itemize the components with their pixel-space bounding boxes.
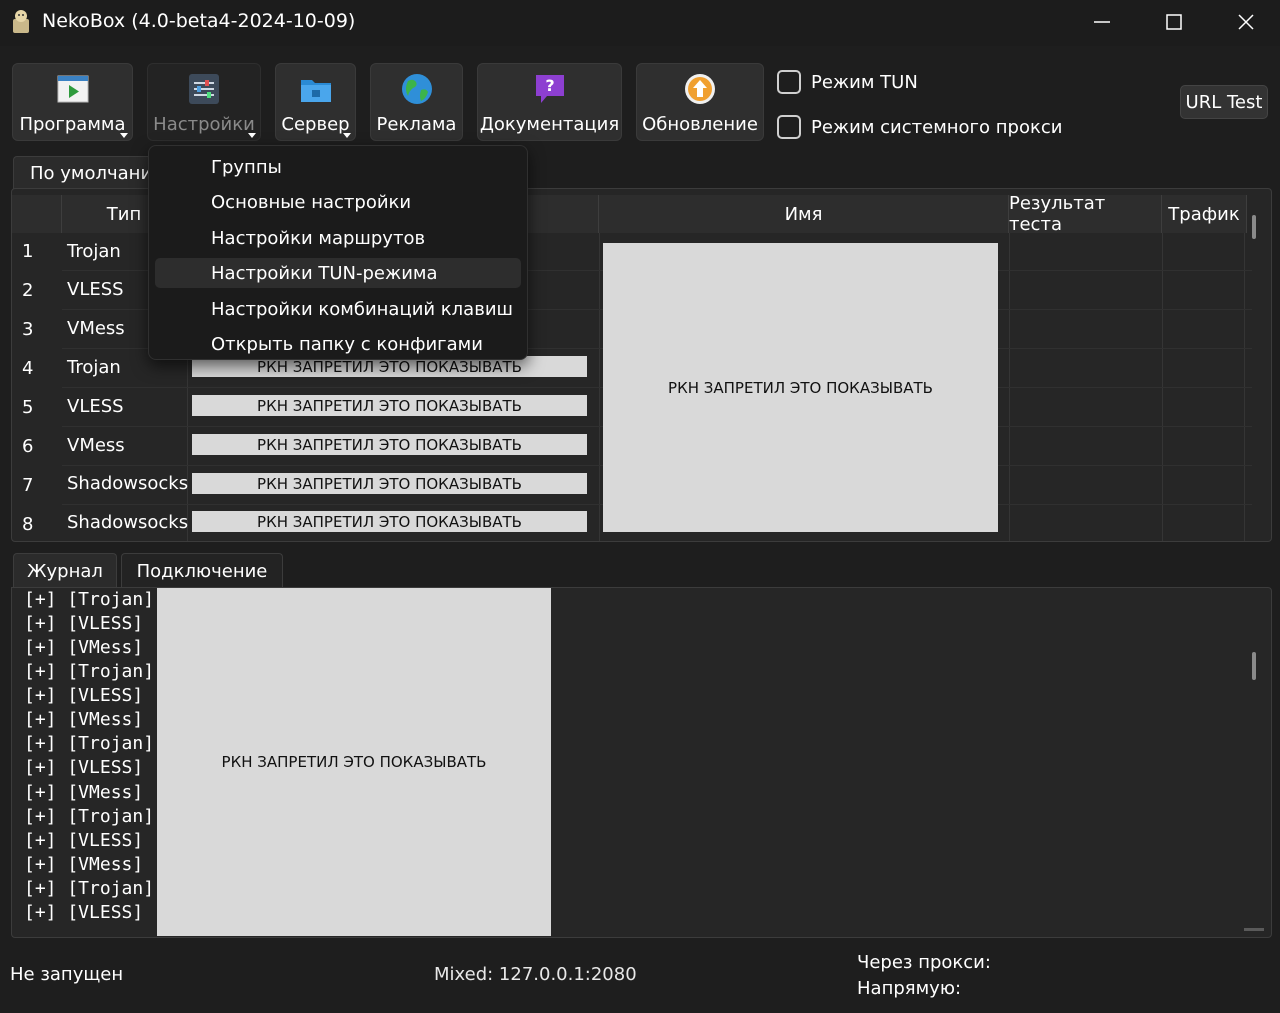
chevron-down-icon [120,133,128,138]
row-type[interactable]: Shadowsocks [67,512,188,533]
column-header-name[interactable]: Имя [599,195,1009,233]
settings-label: Настройки [153,114,255,135]
row-number: 7 [22,475,34,496]
update-arrow-icon [683,72,717,106]
title-bar: NekoBox (4.0-beta4-2024-10-09) [0,0,1280,46]
row-number: 8 [22,514,34,535]
chevron-down-icon [343,133,351,138]
update-button[interactable]: Обновление [636,63,764,141]
server-button[interactable]: Сервер [275,63,356,141]
column-header-traffic[interactable]: Трафик [1162,195,1247,233]
minimize-icon [1094,21,1110,23]
status-direct: Напрямую: [857,978,962,999]
program-button[interactable]: Программа [12,63,133,141]
row-type[interactable]: VMess [67,318,125,339]
row-number: 2 [22,280,34,301]
row-type[interactable]: VMess [67,435,125,456]
window-title: NekoBox (4.0-beta4-2024-10-09) [42,10,356,32]
log-panel[interactable]: [+] [Trojan] [+] [VLESS] [+] [VMess] [+]… [11,587,1272,938]
menu-item-basic-settings[interactable]: Основные настройки [155,187,521,217]
settings-menu: Группы Основные настройки Настройки марш… [148,145,528,360]
minimize-button[interactable] [1066,0,1138,44]
censored-address: РКН ЗАПРЕТИЛ ЭТО ПОКАЗЫВАТЬ [192,395,587,416]
row-type[interactable]: Shadowsocks [67,473,188,494]
row-number: 4 [22,358,34,379]
log-line: [+] [Trojan] [24,733,155,754]
log-line: [+] [Trojan] [24,661,155,682]
globe-icon [400,72,434,106]
log-line: [+] [VLESS] [24,613,144,634]
tab-journal[interactable]: Журнал [13,553,117,588]
menu-item-route-settings[interactable]: Настройки маршрутов [155,223,521,253]
row-type[interactable]: VLESS [67,396,124,417]
svg-text:?: ? [545,76,554,95]
table-scrollbar[interactable] [1252,215,1256,239]
play-window-icon [56,72,90,106]
row-type[interactable]: Trojan [67,357,121,378]
log-line: [+] [VMess] [24,637,144,658]
status-via-proxy: Через прокси: [857,952,991,973]
censored-names: РКН ЗАПРЕТИЛ ЭТО ПОКАЗЫВАТЬ [603,243,998,532]
program-label: Программа [19,114,126,135]
ads-button[interactable]: Реклама [370,63,463,141]
censored-log: РКН ЗАПРЕТИЛ ЭТО ПОКАЗЫВАТЬ [157,588,551,936]
server-label: Сервер [281,114,350,135]
help-bubble-icon: ? [533,72,567,106]
url-test-button[interactable]: URL Test [1180,85,1268,119]
log-line: [+] [VLESS] [24,757,144,778]
settings-button[interactable]: Настройки [147,63,261,141]
close-icon [1238,14,1254,30]
checkbox-box[interactable] [777,70,801,94]
tun-mode-label: Режим TUN [811,71,918,93]
log-scrollbar-end [1244,928,1264,931]
checkbox-box[interactable] [777,115,801,139]
log-line: [+] [VLESS] [24,830,144,851]
log-line: [+] [VMess] [24,709,144,730]
docs-button[interactable]: ? Документация [477,63,622,141]
row-type[interactable]: VLESS [67,279,124,300]
censored-address: РКН ЗАПРЕТИЛ ЭТО ПОКАЗЫВАТЬ [192,473,587,494]
system-proxy-checkbox[interactable]: Режим системного прокси [777,115,1062,139]
log-line: [+] [VMess] [24,854,144,875]
status-running-state: Не запущен [10,964,124,985]
docs-label: Документация [479,114,620,135]
update-label: Обновление [642,114,758,135]
log-scrollbar[interactable] [1252,652,1256,680]
row-number: 3 [22,319,34,340]
censored-address: РКН ЗАПРЕТИЛ ЭТО ПОКАЗЫВАТЬ [192,511,587,532]
menu-item-hotkey-settings[interactable]: Настройки комбинаций клавиш [155,294,521,324]
log-line: [+] [VMess] [24,782,144,803]
close-button[interactable] [1210,0,1280,44]
log-line: [+] [Trojan] [24,806,155,827]
maximize-icon [1166,14,1182,30]
sliders-icon [187,72,221,106]
menu-item-open-config-folder[interactable]: Открыть папку с конфигами [155,329,521,359]
log-line: [+] [Trojan] [24,589,155,610]
tab-connection[interactable]: Подключение [121,553,283,588]
log-line: [+] [VLESS] [24,685,144,706]
chevron-down-icon [248,133,256,138]
menu-item-groups[interactable]: Группы [155,152,521,182]
system-proxy-label: Режим системного прокси [811,116,1063,138]
status-mixed-address: Mixed: 127.0.0.1:2080 [434,964,637,985]
app-logo-icon [10,9,32,35]
censored-address: РКН ЗАПРЕТИЛ ЭТО ПОКАЗЫВАТЬ [192,434,587,455]
log-line: [+] [VLESS] [24,902,144,923]
row-number: 6 [22,436,34,457]
header-corner [12,195,62,233]
row-number: 1 [22,241,34,262]
ads-label: Реклама [376,114,457,135]
tun-mode-checkbox[interactable]: Режим TUN [777,70,918,94]
row-number: 5 [22,397,34,418]
column-header-test-result[interactable]: Результат теста [1009,193,1162,235]
folder-icon [299,72,333,106]
maximize-button[interactable] [1138,0,1210,44]
log-line: [+] [Trojan] [24,878,155,899]
menu-item-tun-settings[interactable]: Настройки TUN-режима [155,258,521,288]
row-type[interactable]: Trojan [67,241,121,262]
